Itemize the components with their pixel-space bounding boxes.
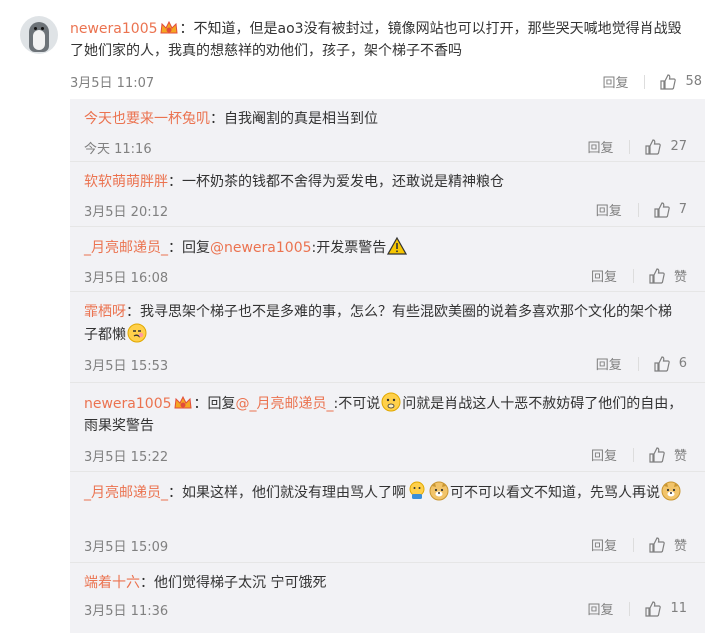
reply-body-post: 可不可以看文不知道，先骂人再说 bbox=[450, 485, 660, 501]
reply-button[interactable]: 回复 bbox=[602, 72, 628, 91]
reply-time: 3月5日 15:53 bbox=[84, 359, 169, 374]
comment-text: newera1005 ：不知道，但是ao3没有被封过，镜像网站也可以打开，那些哭天… bbox=[70, 18, 685, 62]
reply-time: 3月5日 16:08 bbox=[84, 271, 169, 286]
thumbs-up-icon[interactable] bbox=[648, 267, 666, 285]
reply-username[interactable]: 端着十六 bbox=[84, 575, 140, 591]
reply-body: ：他们觉得梯子太沉 宁可饿死 bbox=[140, 575, 327, 591]
main-comment: newera1005 ：不知道，但是ao3没有被封过，镜像网站也可以打开，那些哭天… bbox=[0, 0, 720, 98]
comment-username[interactable]: newera1005 bbox=[70, 21, 158, 37]
like-count: 赞 bbox=[673, 270, 687, 285]
like-count: 7 bbox=[678, 202, 687, 217]
reply-button[interactable]: 回复 bbox=[591, 535, 617, 554]
reply-button[interactable]: 回复 bbox=[587, 137, 613, 156]
reply-button[interactable]: 回复 bbox=[587, 599, 613, 618]
comment-time: 3月5日 11:07 bbox=[70, 76, 155, 91]
user-avatar[interactable] bbox=[20, 16, 58, 54]
reply-item: newera1005 ：回复@_月亮邮递员_:不可说 问就是肖战这人十恶不赦妨碍了他… bbox=[70, 383, 705, 472]
like-count: 58 bbox=[685, 74, 702, 89]
comment-actions: 回复 58 bbox=[602, 72, 702, 91]
reply-time: 3月5日 20:12 bbox=[84, 205, 169, 220]
shy-emoji bbox=[381, 392, 401, 412]
reply-body: ：自我阉割的真是相当到位 bbox=[210, 111, 378, 127]
reply-body: ：一杯奶茶的钱都不舍得为爱发电，还敢说是精神粮仓 bbox=[168, 174, 504, 190]
reply-item: _月亮邮递员_：如果这样，他们就没有理由骂人了啊 可不可以看文不知道，先骂人再说 … bbox=[70, 472, 705, 563]
reply-body: ：回复 bbox=[168, 240, 210, 256]
doge-emoji bbox=[661, 481, 681, 501]
thumbs-up-icon[interactable] bbox=[644, 600, 662, 618]
reply-username[interactable]: _月亮邮递员_ bbox=[84, 240, 168, 256]
like-count: 赞 bbox=[673, 449, 687, 464]
like-count: 6 bbox=[678, 356, 687, 371]
thumbs-up-icon[interactable] bbox=[648, 536, 666, 554]
awkward-emoji bbox=[127, 323, 147, 343]
mention-link[interactable]: @newera1005 bbox=[210, 240, 312, 256]
thumbs-up-icon[interactable] bbox=[659, 73, 677, 91]
reply-button[interactable]: 回复 bbox=[591, 445, 617, 464]
like-count: 赞 bbox=[673, 539, 687, 554]
reply-body: ：回复 bbox=[193, 396, 236, 412]
crown-badge-icon bbox=[173, 396, 192, 409]
crown-badge-icon bbox=[159, 21, 178, 34]
reply-time: 3月5日 15:22 bbox=[84, 450, 169, 465]
reply-username[interactable]: 软软萌萌胖胖 bbox=[84, 174, 168, 190]
doge-emoji bbox=[429, 481, 449, 501]
thumbs-up-icon[interactable] bbox=[648, 446, 666, 464]
reply-button[interactable]: 回复 bbox=[596, 200, 622, 219]
thumbs-up-icon[interactable] bbox=[653, 355, 671, 373]
reply-username[interactable]: _月亮邮递员_ bbox=[84, 485, 168, 501]
reply-item: 霏栖呀：我寻思架个梯子也不是多难的事，怎么？有些混欧美圈的说着多喜欢那个文化的架… bbox=[70, 292, 705, 383]
thumbs-up-icon[interactable] bbox=[653, 201, 671, 219]
thinking-emoji bbox=[409, 481, 425, 499]
reply-body-mid: :不可说 bbox=[333, 396, 381, 412]
reply-body: ：我寻思架个梯子也不是多难的事，怎么？有些混欧美圈的说着多喜欢那个文化的架个梯子… bbox=[84, 304, 672, 343]
reply-username[interactable]: newera1005 bbox=[84, 396, 172, 412]
reply-body-post: :开发票警告 bbox=[311, 240, 387, 256]
thumbs-up-icon[interactable] bbox=[644, 138, 662, 156]
reply-list: 今天也要来一杯兔叽：自我阉割的真是相当到位 今天 11:16 回复 27 软软萌… bbox=[70, 99, 705, 633]
reply-time: 3月5日 11:36 bbox=[84, 604, 169, 619]
like-count: 11 bbox=[670, 601, 687, 616]
mention-link[interactable]: @_月亮邮递员_ bbox=[236, 396, 334, 412]
warning-icon bbox=[387, 236, 408, 255]
reply-body: ：如果这样，他们就没有理由骂人了啊 bbox=[168, 485, 406, 501]
reply-time: 今天 11:16 bbox=[84, 142, 152, 157]
reply-time: 3月5日 15:09 bbox=[84, 540, 169, 555]
reply-button[interactable]: 回复 bbox=[591, 266, 617, 285]
reply-username[interactable]: 霏栖呀 bbox=[84, 304, 126, 320]
like-count: 27 bbox=[670, 139, 687, 154]
reply-username[interactable]: 今天也要来一杯兔叽 bbox=[84, 111, 210, 127]
reply-item: 今天也要来一杯兔叽：自我阉割的真是相当到位 今天 11:16 回复 27 bbox=[70, 99, 705, 162]
reply-item: 端着十六：他们觉得梯子太沉 宁可饿死 3月5日 11:36 回复 11 bbox=[70, 563, 705, 633]
reply-item: _月亮邮递员_：回复@newera1005:开发票警告 3月5日 16:08 回… bbox=[70, 227, 705, 292]
reply-button[interactable]: 回复 bbox=[596, 354, 622, 373]
reply-item: 软软萌萌胖胖：一杯奶茶的钱都不舍得为爱发电，还敢说是精神粮仓 3月5日 20:1… bbox=[70, 162, 705, 227]
